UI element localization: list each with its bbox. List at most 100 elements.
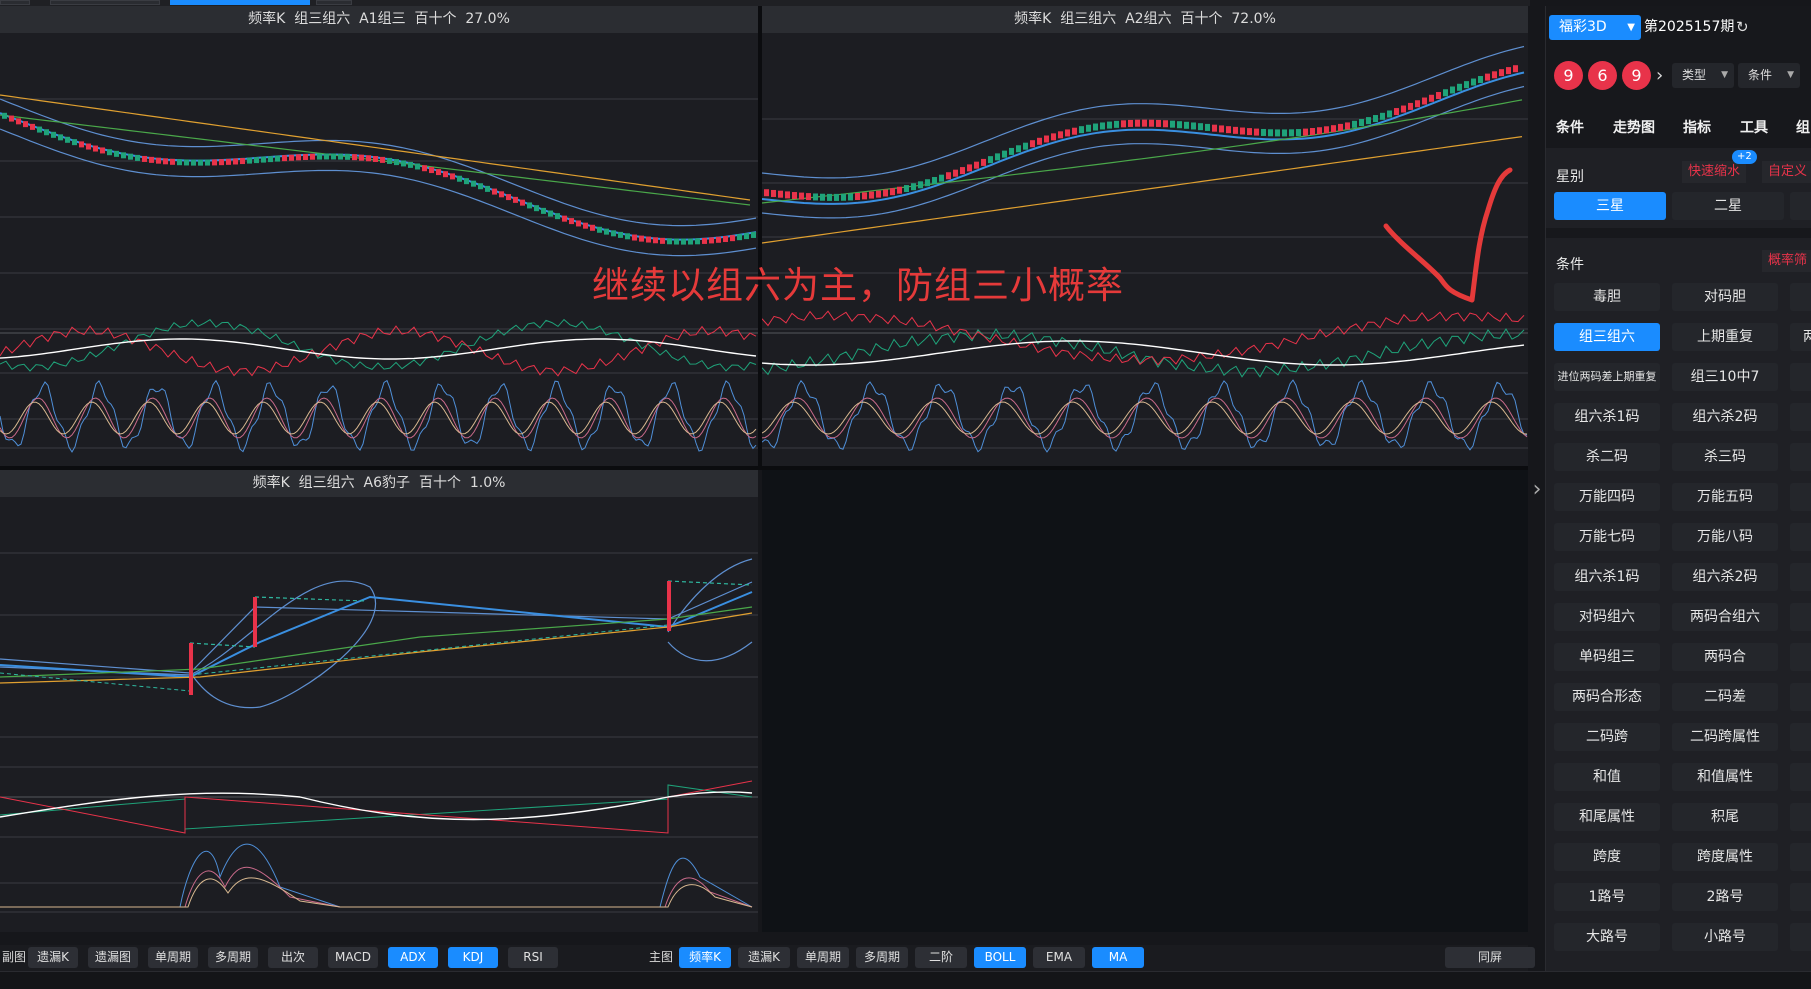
top-tab-active[interactable] <box>170 0 310 5</box>
condition-button[interactable]: 和值属性 <box>1672 763 1778 791</box>
main-chart-button[interactable]: 单周期 <box>797 947 849 968</box>
main-chart-button[interactable]: 频率K <box>679 947 731 968</box>
condition-button[interactable]: 单码组三 <box>1554 643 1660 671</box>
chevron-right-icon[interactable]: › <box>1656 61 1663 90</box>
condition-button-clipped[interactable] <box>1790 763 1811 791</box>
condition-button[interactable]: 和尾属性 <box>1554 803 1660 831</box>
condition-button[interactable]: 毒胆 <box>1554 283 1660 311</box>
custom-link[interactable]: 自定义 <box>1762 161 1811 183</box>
condition-button[interactable]: 组六杀1码 <box>1554 403 1660 431</box>
condition-button-clipped[interactable] <box>1790 683 1811 711</box>
condition-button[interactable]: 和值 <box>1554 763 1660 791</box>
condition-button[interactable]: 万能八码 <box>1672 523 1778 551</box>
top-tab[interactable] <box>50 0 160 5</box>
condition-button[interactable]: 组三10中7 <box>1672 363 1778 391</box>
condition-button[interactable]: 万能五码 <box>1672 483 1778 511</box>
condition-button[interactable]: 跨度属性 <box>1672 843 1778 871</box>
condition-button[interactable]: 两码合组六 <box>1672 603 1778 631</box>
condition-button-clipped[interactable] <box>1790 643 1811 671</box>
tab-indicators[interactable]: 指标 <box>1683 114 1711 142</box>
sub-chart-button[interactable]: RSI <box>508 947 558 968</box>
condition-button[interactable]: 二码跨属性 <box>1672 723 1778 751</box>
tab-group[interactable]: 组 <box>1796 114 1810 142</box>
lottery-select[interactable]: 福彩3D ▼ <box>1549 15 1641 40</box>
condition-button-clipped[interactable] <box>1790 283 1811 311</box>
candle <box>107 149 112 156</box>
condition-button[interactable]: 跨度 <box>1554 843 1660 871</box>
type-dropdown[interactable]: 类型 ▼ <box>1672 63 1734 88</box>
sub-chart-button[interactable]: 遗漏图 <box>88 947 138 968</box>
main-chart-button[interactable]: 遗漏K <box>738 947 790 968</box>
condition-button[interactable]: 2路号 <box>1672 883 1778 911</box>
chart-canvas-a1[interactable] <box>0 33 758 466</box>
condition-button-clipped[interactable] <box>1790 723 1811 751</box>
two-star-button[interactable]: 二星 <box>1672 192 1784 220</box>
probability-filter-link[interactable]: 概率筛 <box>1762 250 1811 272</box>
condition-button[interactable]: 进位两码差上期重复 <box>1554 363 1660 391</box>
condition-button[interactable]: 大路号 <box>1554 923 1660 951</box>
condition-button-clipped[interactable] <box>1790 923 1811 951</box>
sub-chart-button[interactable]: 多周期 <box>208 947 258 968</box>
condition-button-clipped[interactable] <box>1790 483 1811 511</box>
condition-button[interactable]: 对码组六 <box>1554 603 1660 631</box>
quick-shrink-link[interactable]: 快速缩水 <box>1682 161 1747 183</box>
chart-panel-a1[interactable]: 频率K 组三组六 A1组三 百十个 27.0% <box>0 6 758 466</box>
same-screen-button[interactable]: 同屏 <box>1445 947 1535 968</box>
chart-panel-a6[interactable]: 频率K 组三组六 A6豹子 百十个 1.0% <box>0 470 758 932</box>
collapse-sidebar-icon[interactable]: › <box>1528 470 1546 510</box>
condition-button[interactable]: 二码差 <box>1672 683 1778 711</box>
condition-button[interactable]: 组三组六 <box>1554 323 1660 351</box>
condition-button[interactable]: 1路号 <box>1554 883 1660 911</box>
condition-button-clipped[interactable] <box>1790 563 1811 591</box>
condition-dropdown[interactable]: 条件 ▼ <box>1738 63 1800 88</box>
condition-button[interactable]: 二码跨 <box>1554 723 1660 751</box>
tab-conditions[interactable]: 条件 <box>1556 114 1584 142</box>
condition-button-clipped[interactable] <box>1790 443 1811 471</box>
condition-button[interactable]: 万能七码 <box>1554 523 1660 551</box>
condition-button-clipped[interactable] <box>1790 883 1811 911</box>
one-star-button[interactable] <box>1790 192 1811 220</box>
top-tab[interactable] <box>316 0 352 5</box>
condition-button[interactable]: 上期重复 <box>1672 323 1778 351</box>
condition-button[interactable]: 万能四码 <box>1554 483 1660 511</box>
sub-chart-button[interactable]: 单周期 <box>148 947 198 968</box>
main-chart-button[interactable]: 多周期 <box>856 947 908 968</box>
refresh-icon[interactable]: ↻ <box>1736 15 1749 40</box>
sub-chart-button[interactable]: KDJ <box>448 947 498 968</box>
condition-button-clipped[interactable] <box>1790 403 1811 431</box>
chart-canvas-a6[interactable] <box>0 497 758 932</box>
condition-button[interactable]: 两码合 <box>1672 643 1778 671</box>
tab-tools[interactable]: 工具 <box>1740 114 1768 142</box>
condition-button[interactable]: 组六杀2码 <box>1672 403 1778 431</box>
three-star-button[interactable]: 三星 <box>1554 192 1666 220</box>
condition-button-clipped[interactable] <box>1790 523 1811 551</box>
sub-chart-button[interactable]: 遗漏K <box>28 947 78 968</box>
main-chart-button[interactable]: 二阶 <box>915 947 967 968</box>
tab-trend-chart[interactable]: 走势图 <box>1613 114 1655 142</box>
condition-button[interactable]: 杀二码 <box>1554 443 1660 471</box>
candle <box>226 158 231 165</box>
sub-chart-button[interactable]: 出次 <box>268 947 318 968</box>
condition-button-clipped[interactable] <box>1790 803 1811 831</box>
main-chart-button[interactable]: EMA <box>1033 947 1085 968</box>
condition-button[interactable]: 积尾 <box>1672 803 1778 831</box>
condition-button[interactable]: 两码合形态 <box>1554 683 1660 711</box>
condition-button-clipped[interactable] <box>1790 603 1811 631</box>
candle <box>1191 122 1196 130</box>
candle <box>457 175 462 182</box>
candle <box>1387 110 1392 118</box>
condition-button[interactable]: 组六杀1码 <box>1554 563 1660 591</box>
condition-button[interactable]: 对码胆 <box>1672 283 1778 311</box>
condition-button-clipped[interactable] <box>1790 363 1811 391</box>
candle <box>988 156 993 164</box>
condition-button-clipped[interactable] <box>1790 843 1811 871</box>
top-tab[interactable] <box>0 0 30 5</box>
sub-chart-button[interactable]: MACD <box>328 947 378 968</box>
condition-button-clipped[interactable]: 两 <box>1790 323 1811 351</box>
condition-button[interactable]: 组六杀2码 <box>1672 563 1778 591</box>
sub-chart-button[interactable]: ADX <box>388 947 438 968</box>
condition-button[interactable]: 杀三码 <box>1672 443 1778 471</box>
condition-button[interactable]: 小路号 <box>1672 923 1778 951</box>
main-chart-button[interactable]: BOLL <box>974 947 1026 968</box>
main-chart-button[interactable]: MA <box>1092 947 1144 968</box>
